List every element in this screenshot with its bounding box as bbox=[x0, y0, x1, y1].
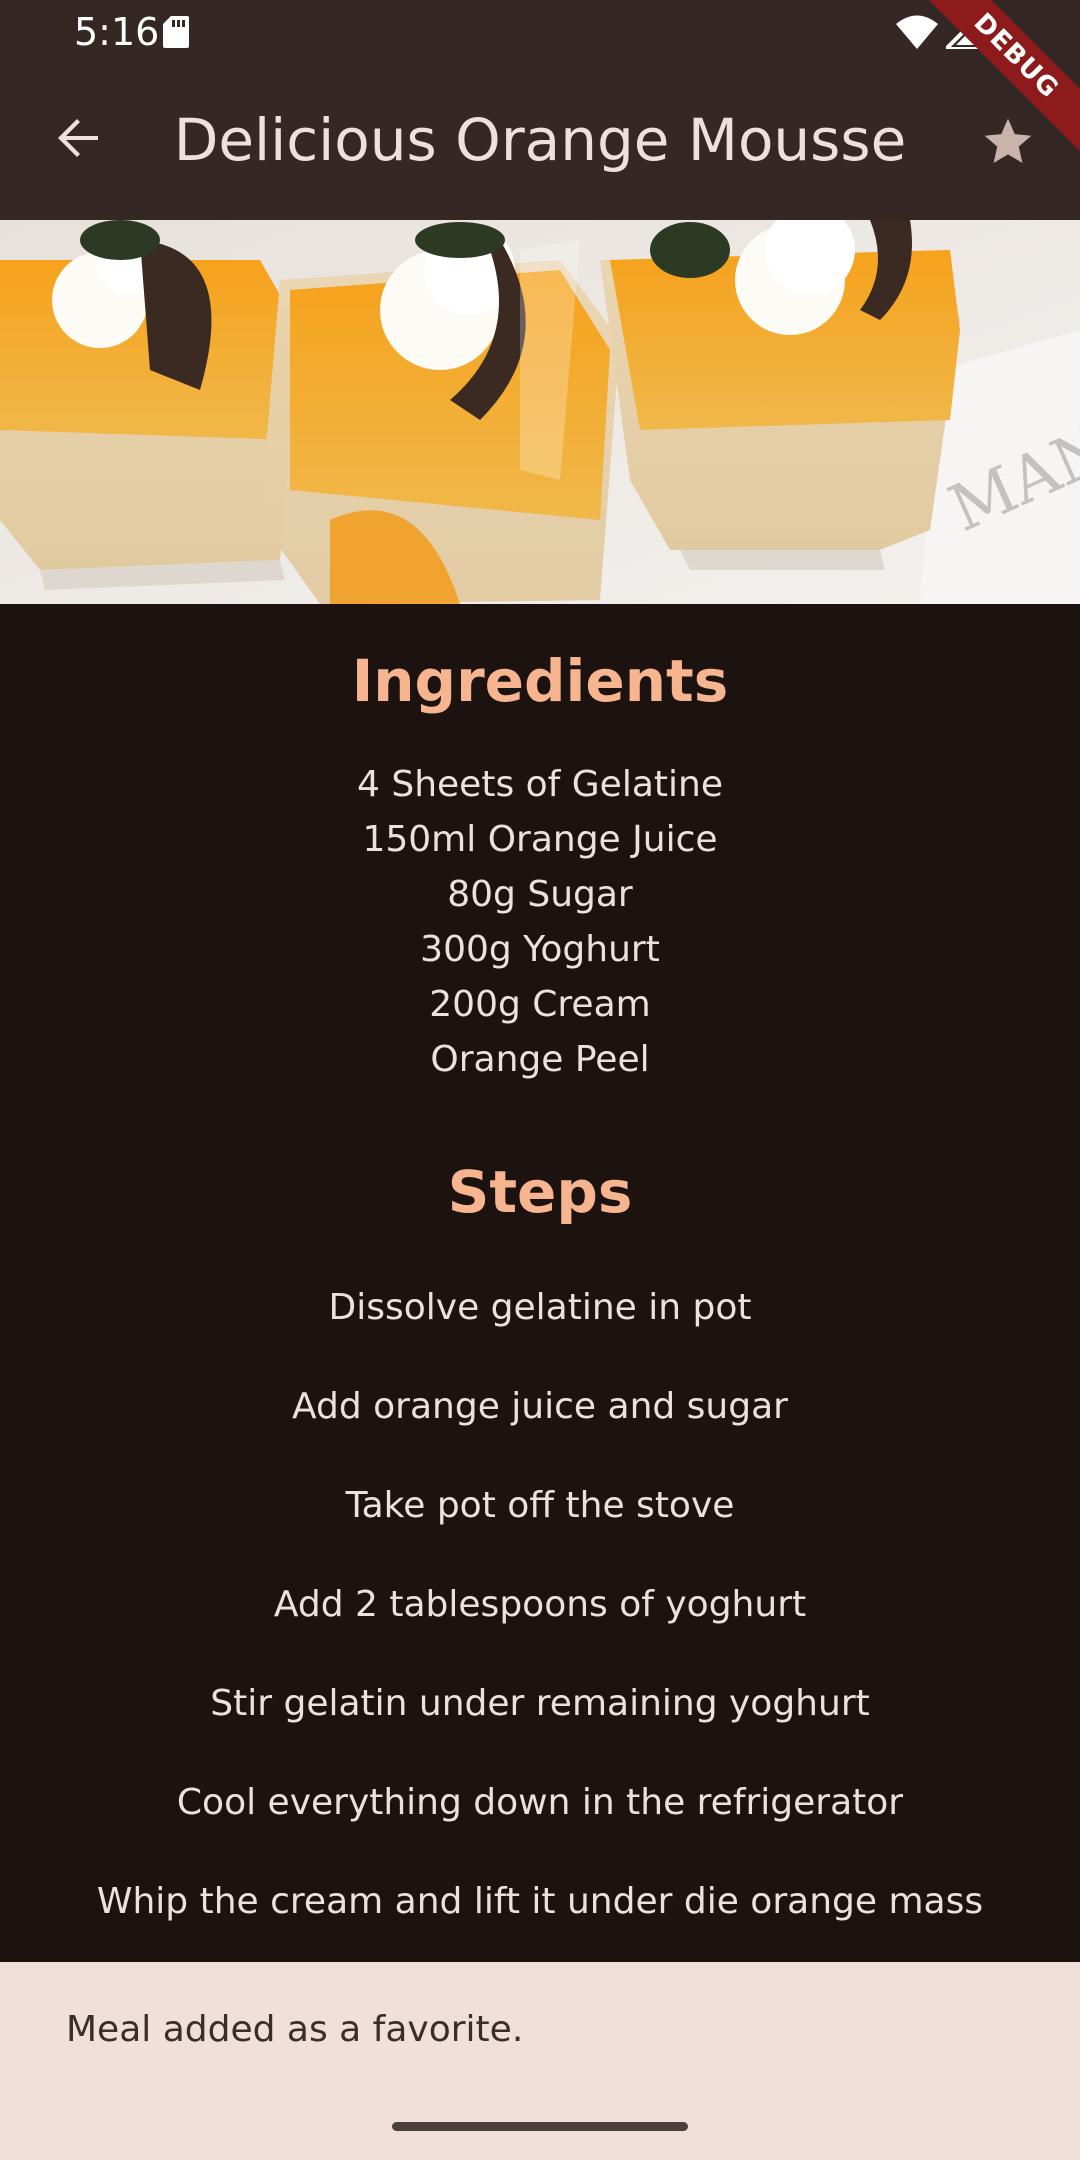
ingredient-item: 80g Sugar bbox=[447, 874, 633, 915]
status-icons bbox=[896, 10, 1010, 54]
ingredient-item: 4 Sheets of Gelatine bbox=[357, 764, 723, 805]
step-item: Add 2 tablespoons of yoghurt bbox=[273, 1584, 807, 1625]
ingredient-item: Orange Peel bbox=[430, 1039, 650, 1080]
recipe-detail-screen: 5:16 Delicious Orange Mousse DEBUG MAN I… bbox=[0, 0, 1080, 2160]
ingredients-title: Ingredients bbox=[351, 647, 729, 715]
status-time: 5:16 bbox=[74, 10, 160, 54]
snackbar-message: Meal added as a favorite. bbox=[66, 2009, 524, 2050]
arrow-back-icon bbox=[54, 114, 102, 166]
back-button[interactable] bbox=[42, 104, 114, 176]
ingredient-item: 150ml Orange Juice bbox=[362, 819, 718, 860]
sd-card-icon bbox=[163, 16, 189, 52]
status-bar: 5:16 bbox=[0, 0, 1080, 64]
meal-image: MAN bbox=[0, 220, 1080, 604]
ingredients-list: 4 Sheets of Gelatine 150ml Orange Juice … bbox=[0, 757, 1080, 1087]
star-icon bbox=[980, 114, 1036, 174]
step-item: Dissolve gelatine in pot bbox=[328, 1287, 752, 1328]
wifi-icon bbox=[896, 15, 938, 53]
favorite-button[interactable] bbox=[966, 102, 1050, 186]
steps-list: Dissolve gelatine in pot Add orange juic… bbox=[0, 1284, 1080, 1977]
step-item: Take pot off the stove bbox=[345, 1485, 735, 1526]
ingredient-item: 300g Yoghurt bbox=[420, 929, 660, 970]
page-title: Delicious Orange Mousse bbox=[173, 106, 907, 174]
cell-signal-icon bbox=[941, 10, 982, 53]
steps-title: Steps bbox=[447, 1158, 633, 1226]
step-item: Cool everything down in the refrigerator bbox=[176, 1782, 904, 1823]
ingredient-item: 200g Cream bbox=[429, 984, 651, 1025]
app-bar: Delicious Orange Mousse bbox=[0, 64, 1080, 220]
home-indicator[interactable] bbox=[392, 2122, 688, 2131]
step-item: Stir gelatin under remaining yoghurt bbox=[210, 1683, 870, 1724]
step-item: Add orange juice and sugar bbox=[292, 1386, 788, 1427]
battery-icon bbox=[988, 14, 1010, 54]
